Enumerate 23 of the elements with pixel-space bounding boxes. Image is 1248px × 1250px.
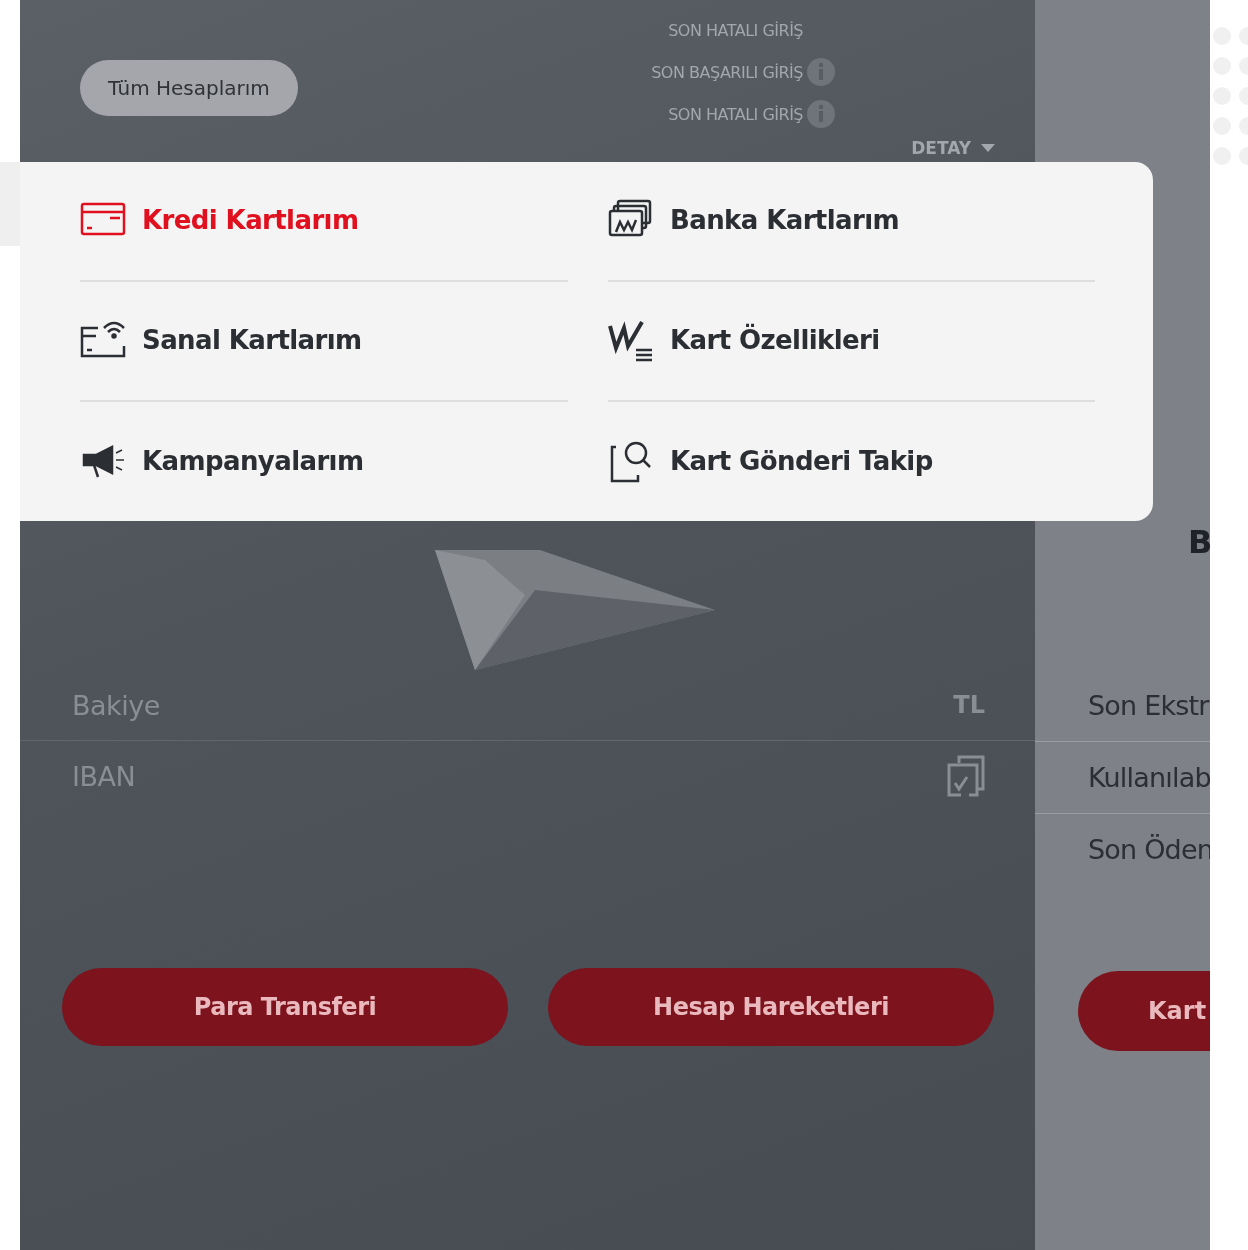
copy-icon[interactable]: [947, 755, 985, 797]
action-button[interactable]: Hesap Hareketleri: [548, 968, 994, 1046]
login-info-text: SON HATALI GİRİŞ: [668, 20, 803, 40]
currency-label: TL: [953, 691, 985, 719]
info-icon[interactable]: [807, 58, 835, 86]
info-icon[interactable]: [807, 100, 835, 128]
caret-icon: [981, 144, 995, 152]
menu-item[interactable]: Kart Özellikleri: [608, 282, 1095, 402]
login-info-text: SON BAŞARILI GİRİŞ: [651, 62, 803, 82]
account-row-label: IBAN: [72, 760, 136, 792]
menu-item[interactable]: Kart Gönderi Takip: [608, 402, 1095, 522]
checkmark-list-icon: [608, 318, 654, 362]
account-row-label: Bakiye: [72, 689, 160, 721]
side-heading: B: [1188, 523, 1210, 563]
menu-item[interactable]: Kredi Kartlarım: [80, 162, 568, 282]
menu-item[interactable]: Banka Kartlarım: [608, 162, 1095, 282]
all-accounts-button[interactable]: Tüm Hesaplarım: [80, 60, 298, 116]
side-row-label: Son Öden: [1087, 833, 1210, 867]
action-button[interactable]: Para Transferi: [62, 968, 508, 1046]
menu-item[interactable]: Sanal Kartlarım: [80, 282, 568, 402]
login-info-text: SON HATALI GİRİŞ: [668, 104, 803, 124]
menu-item[interactable]: Kampanyalarım: [80, 402, 568, 522]
card-button[interactable]: Kart: [1078, 971, 1210, 1051]
